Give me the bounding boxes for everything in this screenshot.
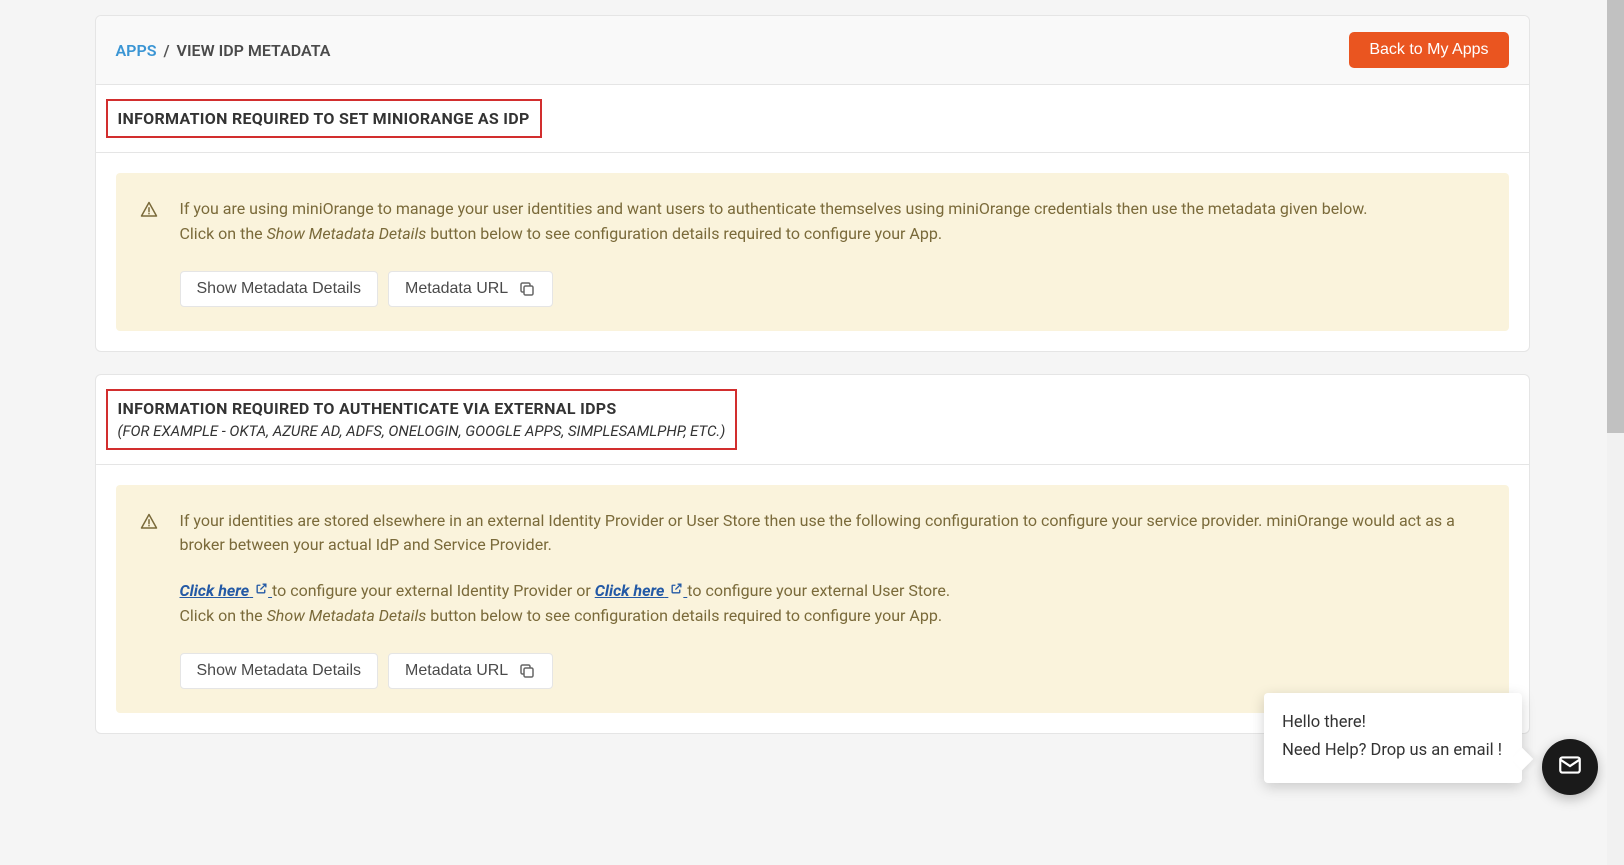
external-link-icon [255,578,268,591]
configure-user-store-link[interactable]: Click here [595,581,688,600]
external-link-icon [670,578,683,591]
mail-icon [1557,752,1583,782]
warning-icon [140,197,158,307]
section2-title-highlight-box: INFORMATION REQUIRED TO AUTHENTICATE VIA… [106,389,738,450]
chat-greeting: Hello there! [1282,709,1502,737]
copy-icon [518,280,536,298]
scrollbar-thumb[interactable] [1607,0,1624,433]
section2-title: INFORMATION REQUIRED TO AUTHENTICATE VIA… [118,399,726,418]
section2-alert-mid1: to configure your external Identity Prov… [272,581,595,600]
section1-alert-text-2: Click on the Show Metadata Details butto… [180,222,1485,247]
metadata-url-button[interactable]: Metadata URL [388,653,553,689]
back-to-my-apps-button[interactable]: Back to My Apps [1349,32,1508,68]
configure-idp-link[interactable]: Click here [180,581,273,600]
section1-alert-text-1: If you are using miniOrange to manage yo… [180,197,1485,222]
section2-title-wrapper: INFORMATION REQUIRED TO AUTHENTICATE VIA… [96,375,1529,465]
card-external-idp: INFORMATION REQUIRED TO AUTHENTICATE VIA… [95,374,1530,734]
breadcrumb-separator: / [163,41,169,60]
chat-popup: Hello there! Need Help? Drop us an email… [1264,693,1522,783]
section1-alert: If you are using miniOrange to manage yo… [116,173,1509,331]
warning-icon [140,509,158,689]
breadcrumb-current: VIEW IDP METADATA [177,41,331,60]
section2-alert-text-1: If your identities are stored elsewhere … [180,509,1485,559]
show-metadata-details-button[interactable]: Show Metadata Details [180,653,379,689]
section2-alert: If your identities are stored elsewhere … [116,485,1509,713]
show-metadata-details-button[interactable]: Show Metadata Details [180,271,379,307]
section1-title-wrapper: INFORMATION REQUIRED TO SET MINIORANGE A… [96,85,1529,153]
section2-alert-text-3: Click on the Show Metadata Details butto… [180,604,1485,629]
chat-bubble-button[interactable] [1542,739,1598,795]
card-miniorange-idp: APPS / VIEW IDP METADATA Back to My Apps… [95,15,1530,352]
card-header: APPS / VIEW IDP METADATA Back to My Apps [96,16,1529,85]
section2-alert-mid2: to configure your external User Store. [687,581,950,600]
section1-title: INFORMATION REQUIRED TO SET MINIORANGE A… [118,109,530,128]
scrollbar[interactable] [1607,0,1624,865]
chat-help-text: Need Help? Drop us an email ! [1282,737,1502,765]
breadcrumb-apps-link[interactable]: APPS [116,41,157,60]
copy-icon [518,662,536,680]
metadata-url-button[interactable]: Metadata URL [388,271,553,307]
section1-title-highlight-box: INFORMATION REQUIRED TO SET MINIORANGE A… [106,99,542,138]
breadcrumb: APPS / VIEW IDP METADATA [116,41,331,60]
section2-subtitle: (FOR EXAMPLE - OKTA, AZURE AD, ADFS, ONE… [118,422,726,440]
